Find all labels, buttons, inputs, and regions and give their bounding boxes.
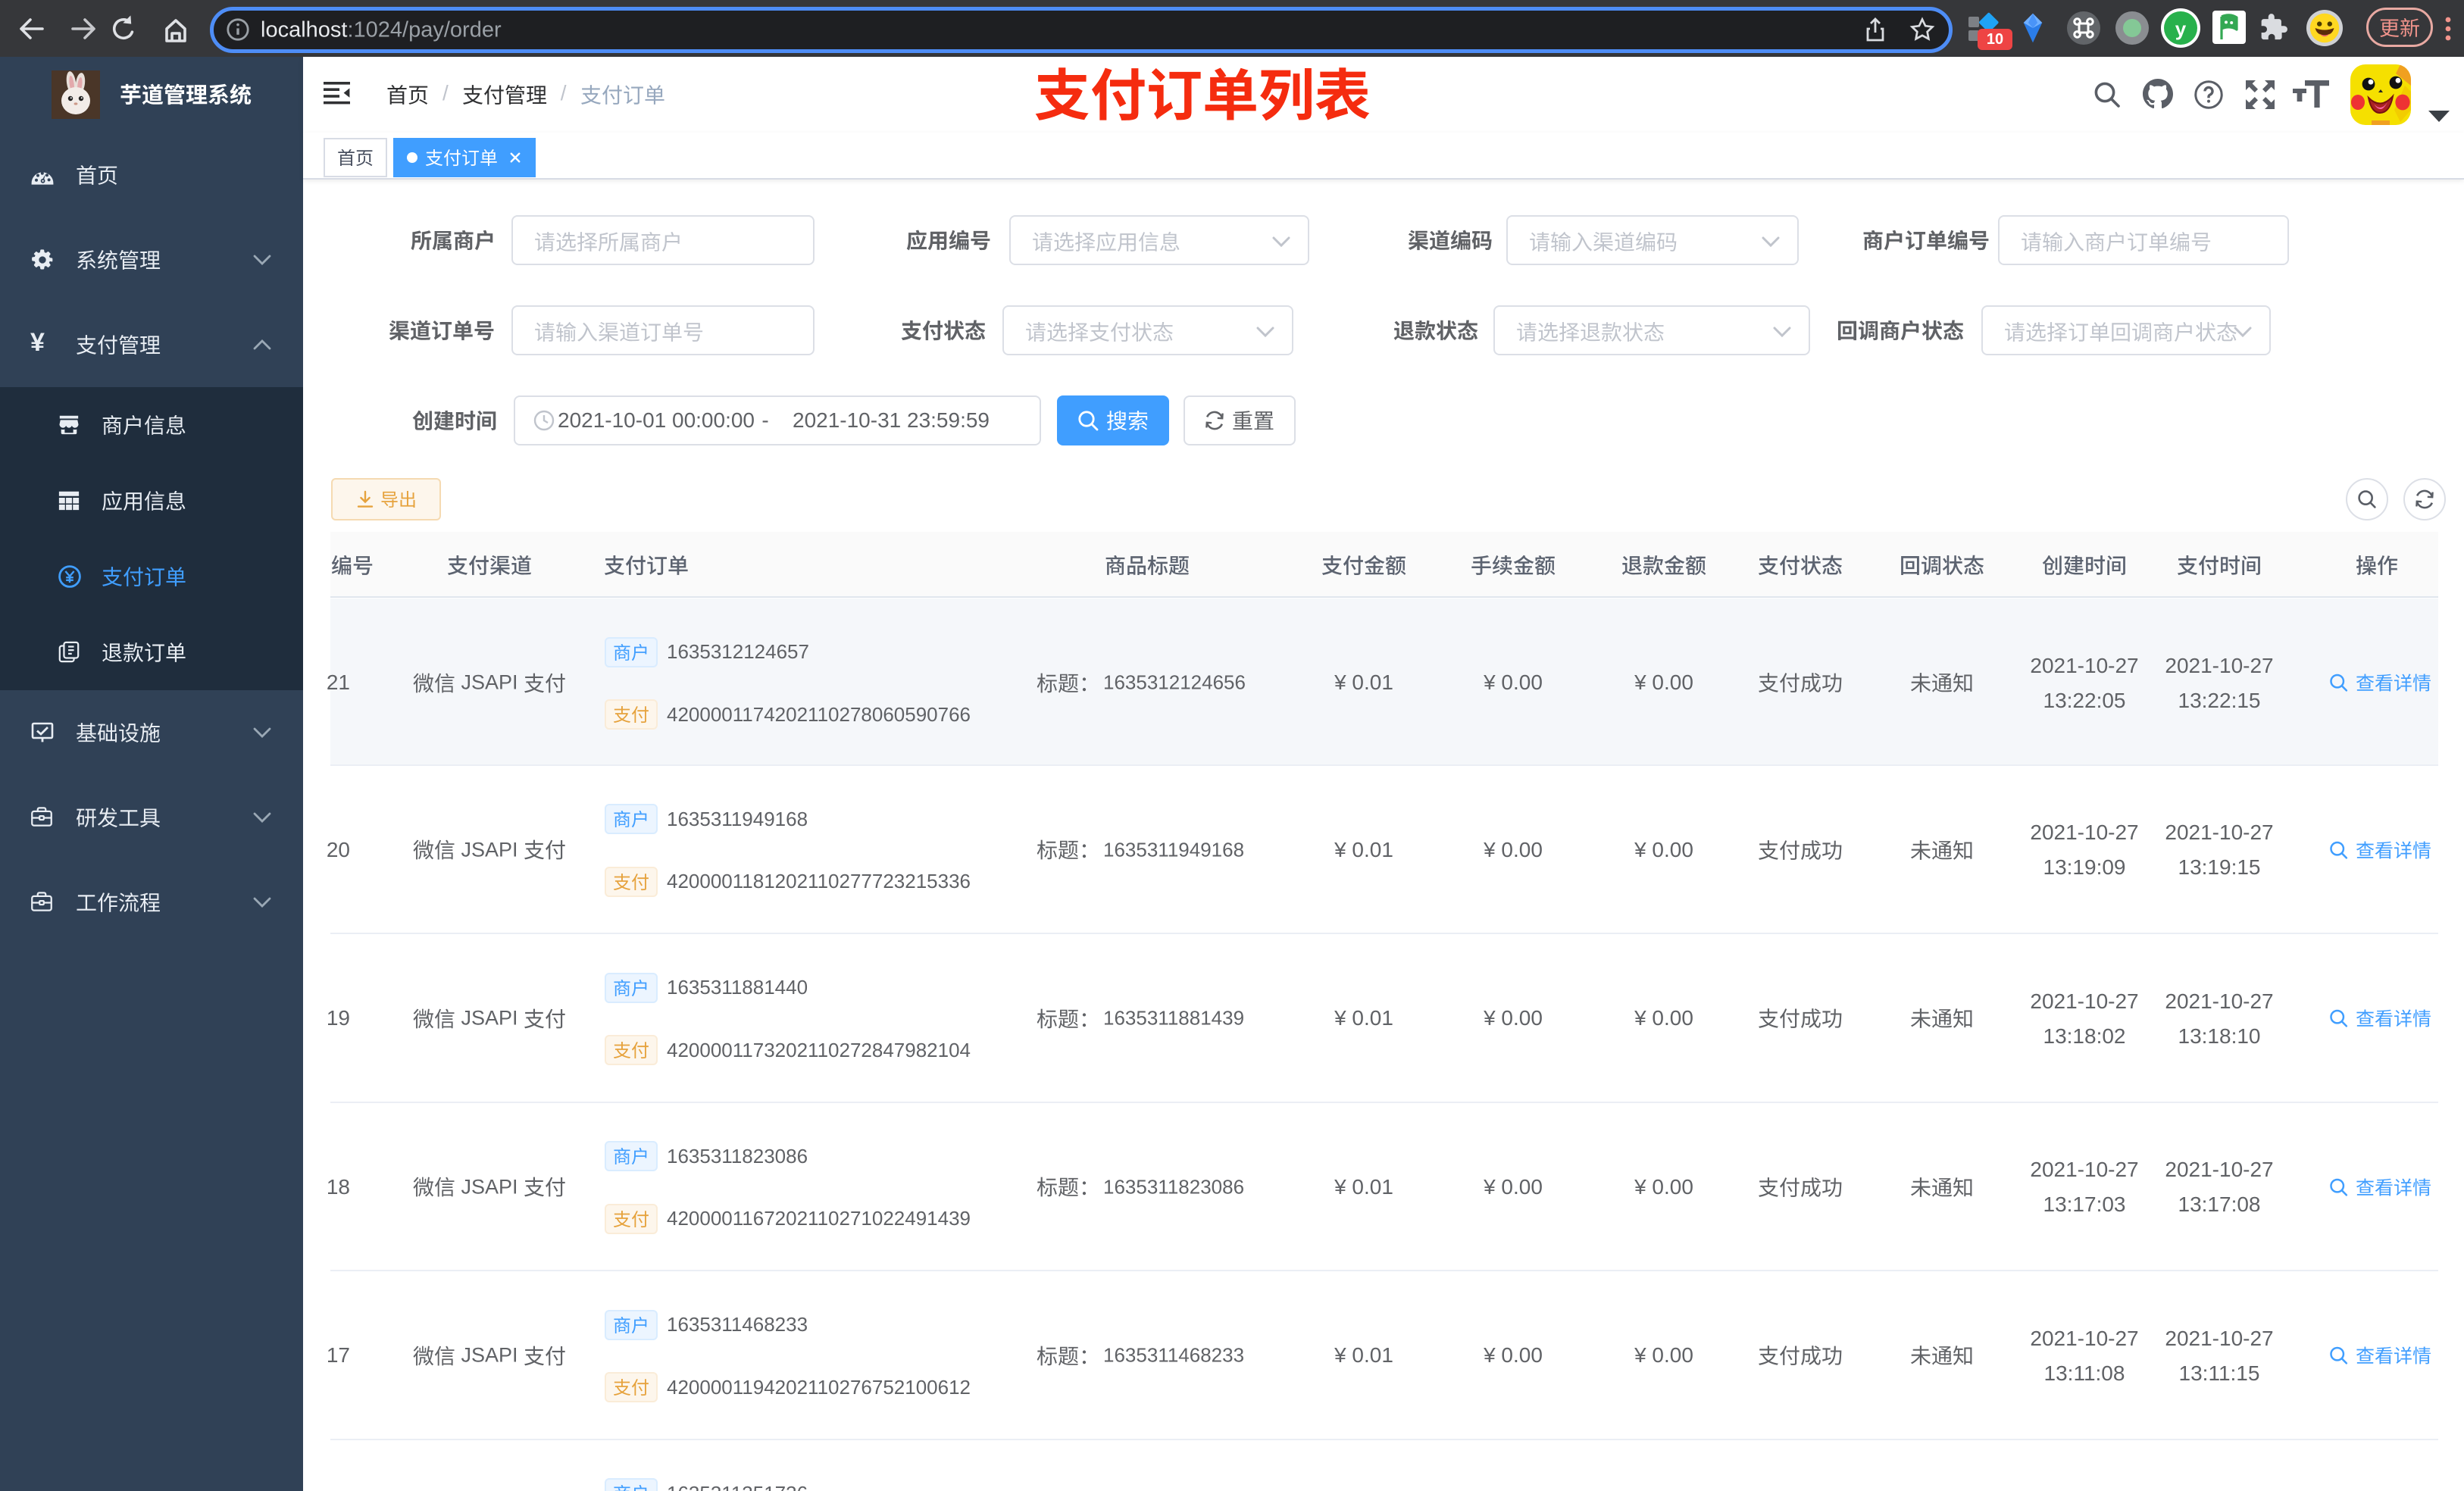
svg-text:y: y	[2175, 17, 2187, 40]
